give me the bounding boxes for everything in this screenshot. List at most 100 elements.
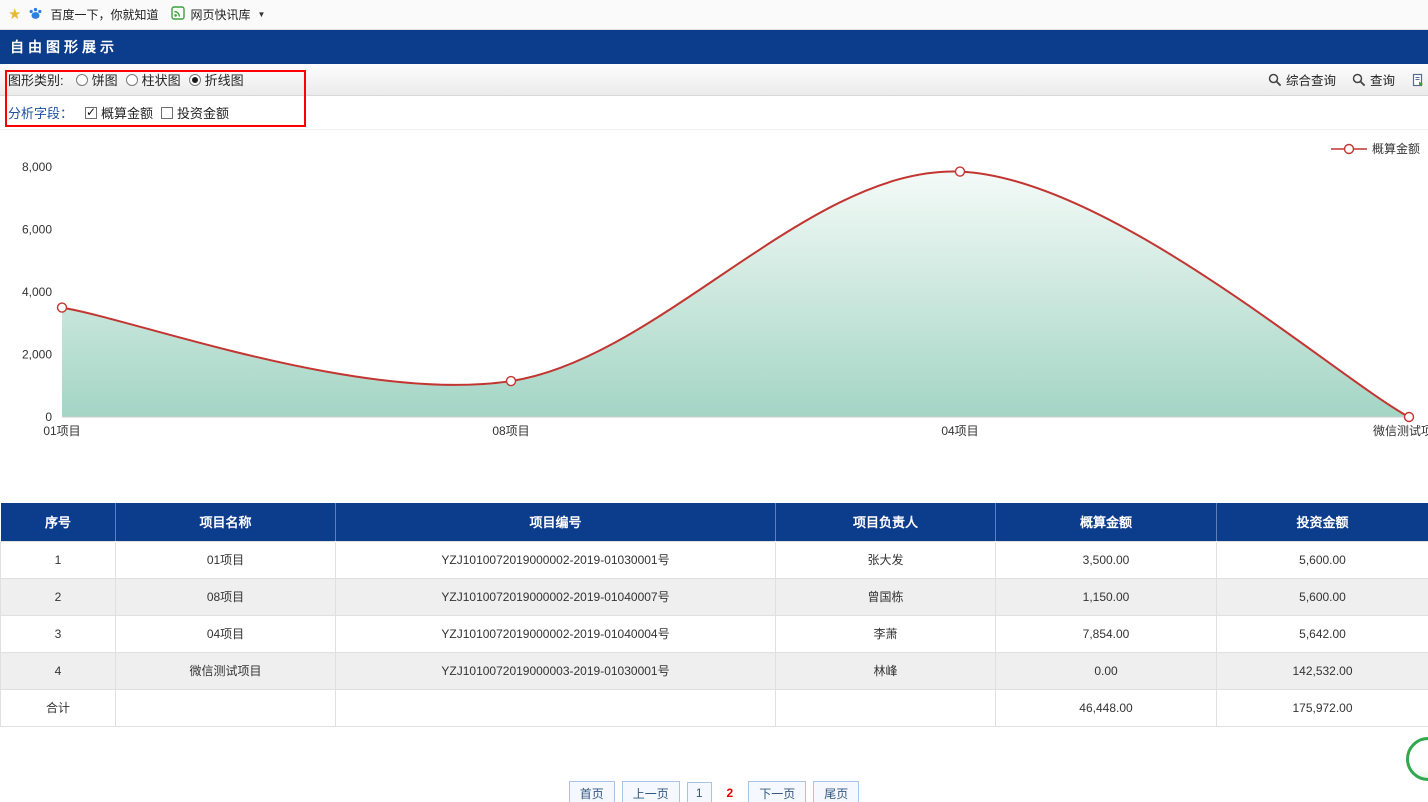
table-cell: 7,854.00: [996, 615, 1217, 652]
table-header: 序号项目名称项目编号项目负责人概算金额投资金额: [1, 503, 1428, 541]
action-label: 查询: [1370, 70, 1395, 89]
bookmark-baidu[interactable]: 百度一下，你就知道: [50, 6, 158, 23]
toolbar-actions: 综合查询 查询 导出: [1268, 64, 1428, 95]
chart-section: 概算金额 02,0004,0006,0008,00001项目08项目04项目微信…: [0, 130, 1428, 440]
chart-legend[interactable]: 概算金额: [1331, 140, 1420, 157]
bookmark-feed-library[interactable]: 网页快讯库 ▼: [171, 6, 265, 23]
table-total-row: 合计 46,448.00175,972.00: [1, 689, 1428, 726]
y-axis-tick-label: 0: [45, 410, 52, 424]
y-axis-tick-label: 8,000: [22, 160, 52, 174]
table-cell: 林峰: [776, 652, 996, 689]
x-axis-category-label: 微信测试项目: [1373, 423, 1428, 438]
table-row: 208项目YZJ1010072019000002-2019-01040007号曾…: [1, 578, 1428, 615]
spacer: [0, 440, 1428, 503]
table-cell: 1: [1, 541, 116, 578]
column-header: 项目负责人: [776, 503, 996, 541]
bookmark-bar: ★ 百度一下，你就知道 网页快讯库 ▼: [0, 0, 1428, 30]
feed-icon: [171, 6, 185, 23]
field-option-estimate-amount[interactable]: 概算金额: [85, 103, 153, 122]
chevron-down-icon[interactable]: ▼: [257, 10, 265, 19]
x-axis-category-label: 04项目: [941, 424, 978, 438]
field-option-investment-amount[interactable]: 投资金额: [161, 103, 229, 122]
legend-marker-icon: [1331, 143, 1367, 155]
table-cell: 01项目: [116, 541, 336, 578]
table-cell: 3,500.00: [996, 541, 1217, 578]
chart-area-fill: [62, 171, 1409, 417]
first-page-button[interactable]: 首页: [569, 781, 615, 802]
table-cell: [776, 689, 996, 726]
table-cell: 4: [1, 652, 116, 689]
chart-type-option-line[interactable]: 折线图: [189, 70, 244, 89]
data-point-marker: [507, 377, 516, 386]
page-number-1[interactable]: 1: [687, 782, 712, 802]
table-cell: 5,600.00: [1217, 541, 1428, 578]
checkbox-icon[interactable]: [85, 107, 97, 119]
toolbar-chart-type: 图形类别: 饼图 柱状图 折线图 综合查询: [0, 64, 1428, 96]
checkbox-icon[interactable]: [161, 107, 173, 119]
chart-type-option-label: 折线图: [205, 70, 244, 89]
table-cell: 李萧: [776, 615, 996, 652]
floating-action-button[interactable]: [1406, 737, 1428, 781]
table-cell: 04项目: [116, 615, 336, 652]
data-point-marker: [1405, 413, 1414, 422]
chart-type-option-label: 柱状图: [142, 70, 181, 89]
table-cell: 175,972.00: [1217, 689, 1428, 726]
column-header: 项目编号: [336, 503, 776, 541]
table-cell: 08项目: [116, 578, 336, 615]
table-cell: 5,642.00: [1217, 615, 1428, 652]
table-cell: 1,150.00: [996, 578, 1217, 615]
y-axis-tick-label: 4,000: [22, 285, 52, 299]
prev-page-button[interactable]: 上一页: [622, 781, 680, 802]
table-cell: 合计: [1, 689, 116, 726]
table-cell: 46,448.00: [996, 689, 1217, 726]
table-cell: 3: [1, 615, 116, 652]
chart-type-option-pie[interactable]: 饼图: [76, 70, 118, 89]
next-page-button[interactable]: 下一页: [748, 781, 806, 802]
data-point-marker: [956, 167, 965, 176]
toolbar-analysis-fields: 分析字段： 概算金额 投资金额: [0, 96, 1428, 130]
legend-label: 概算金额: [1372, 140, 1420, 157]
radio-icon[interactable]: [126, 74, 138, 86]
table-cell: YZJ1010072019000002-2019-01040007号: [336, 578, 776, 615]
chart-type-label: 图形类别:: [8, 70, 64, 89]
search-icon: [1352, 73, 1366, 87]
x-axis-category-label: 01项目: [43, 424, 80, 438]
data-point-marker: [58, 303, 67, 312]
search-icon: [1268, 73, 1282, 87]
table-cell: YZJ1010072019000002-2019-01030001号: [336, 541, 776, 578]
y-axis-tick-label: 6,000: [22, 223, 52, 237]
page-number-2[interactable]: 2: [719, 783, 742, 802]
chart-type-option-bar[interactable]: 柱状图: [126, 70, 181, 89]
bookmark-label: 网页快讯库: [190, 6, 250, 23]
data-table: 序号项目名称项目编号项目负责人概算金额投资金额 101项目YZJ10100720…: [0, 503, 1428, 727]
table-cell: YZJ1010072019000002-2019-01040004号: [336, 615, 776, 652]
last-page-button[interactable]: 尾页: [813, 781, 859, 802]
export-icon: [1411, 73, 1425, 87]
column-header: 项目名称: [116, 503, 336, 541]
chart-type-option-label: 饼图: [92, 70, 118, 89]
table-cell: 张大发: [776, 541, 996, 578]
query-button[interactable]: 查询: [1352, 70, 1395, 89]
table-cell: YZJ1010072019000003-2019-01030001号: [336, 652, 776, 689]
radio-icon[interactable]: [76, 74, 88, 86]
table-cell: 微信测试项目: [116, 652, 336, 689]
table-cell: 5,600.00: [1217, 578, 1428, 615]
composite-query-button[interactable]: 综合查询: [1268, 70, 1336, 89]
export-button[interactable]: 导出: [1411, 70, 1428, 89]
analysis-fields-label: 分析字段：: [8, 103, 73, 122]
table-row: 4微信测试项目YZJ1010072019000003-2019-01030001…: [1, 652, 1428, 689]
star-icon[interactable]: ★: [8, 7, 21, 22]
table-cell: 142,532.00: [1217, 652, 1428, 689]
bookmark-label: 百度一下，你就知道: [50, 6, 158, 23]
action-label: 综合查询: [1286, 70, 1336, 89]
column-header: 序号: [1, 503, 116, 541]
table-body: 101项目YZJ1010072019000002-2019-01030001号张…: [1, 541, 1428, 726]
table-cell: 0.00: [996, 652, 1217, 689]
title-bar: 自由图形展示: [0, 30, 1428, 64]
column-header: 概算金额: [996, 503, 1217, 541]
paw-icon[interactable]: [28, 6, 43, 24]
column-header: 投资金额: [1217, 503, 1428, 541]
radio-icon[interactable]: [189, 74, 201, 86]
table-cell: 曾国栋: [776, 578, 996, 615]
page-title: 自由图形展示: [10, 37, 118, 57]
